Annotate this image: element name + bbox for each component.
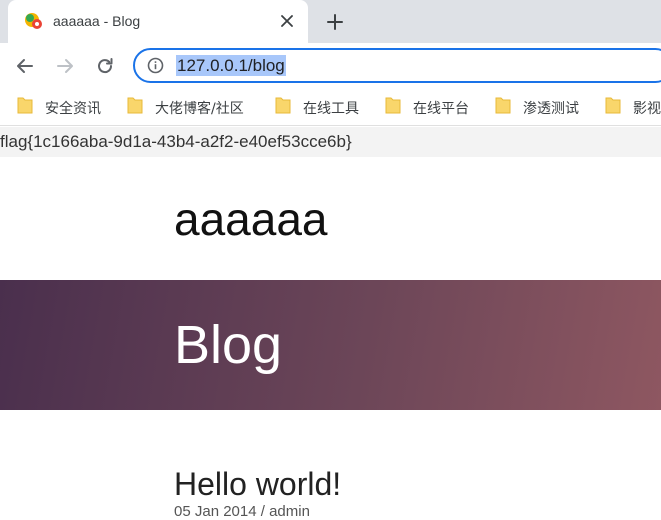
folder-icon [495,96,523,119]
bookmark-label: 大佬博客/社区 [155,100,244,117]
browser-tab[interactable]: aaaaaa - Blog [8,0,308,43]
post-date: 05 Jan 2014 [174,503,257,520]
folder-icon [127,96,155,119]
post-title-link[interactable]: Hello world! [174,466,341,502]
reload-icon[interactable] [92,53,118,79]
hero-title: Blog [174,315,283,375]
bookmarks-bar: 安全资讯 大佬博客/社区 在线工具 在线平台 渗透测试 影视 [0,89,661,126]
address-bar[interactable]: 127.0.0.1/blog [133,48,661,83]
post-author-link[interactable]: admin [269,503,310,520]
back-arrow-icon[interactable] [12,53,38,79]
close-icon[interactable] [278,12,296,30]
meta-separator: / [260,503,265,520]
tab-title: aaaaaa - Blog [53,13,141,29]
bookmark-label: 在线工具 [303,100,359,117]
bookmark-folder[interactable]: 在线平台 [385,89,469,126]
flag-bar: flag{1c166aba-9d1a-43b4-a2f2-e40ef53cce6… [0,127,661,157]
forward-arrow-icon[interactable] [52,53,78,79]
bookmark-label: 安全资讯 [45,100,101,117]
url-text[interactable]: 127.0.0.1/blog [176,55,286,76]
bookmark-folder[interactable]: 影视 [605,89,661,126]
post-meta: 05 Jan 2014 / admin [174,503,310,520]
flag-text: flag{1c166aba-9d1a-43b4-a2f2-e40ef53cce6… [0,132,352,151]
site-favicon-icon [24,11,44,31]
info-icon[interactable] [147,57,164,74]
bookmark-label: 渗透测试 [523,100,579,117]
plus-icon[interactable] [324,11,346,33]
bookmark-folder[interactable]: 安全资讯 [17,89,101,126]
folder-icon [605,96,633,119]
bookmark-folder[interactable]: 渗透测试 [495,89,579,126]
browser-toolbar: 127.0.0.1/blog [0,43,661,89]
folder-icon [17,96,45,119]
bookmark-folder[interactable]: 大佬博客/社区 [127,89,244,126]
folder-icon [385,96,413,119]
folder-icon [275,96,303,119]
bookmark-folder[interactable]: 在线工具 [275,89,359,126]
tab-strip: aaaaaa - Blog [0,0,661,43]
hero-banner: Blog [0,280,661,410]
bookmark-label: 在线平台 [413,100,469,117]
bookmark-label: 影视 [633,100,661,117]
site-title: aaaaaa [174,193,328,245]
